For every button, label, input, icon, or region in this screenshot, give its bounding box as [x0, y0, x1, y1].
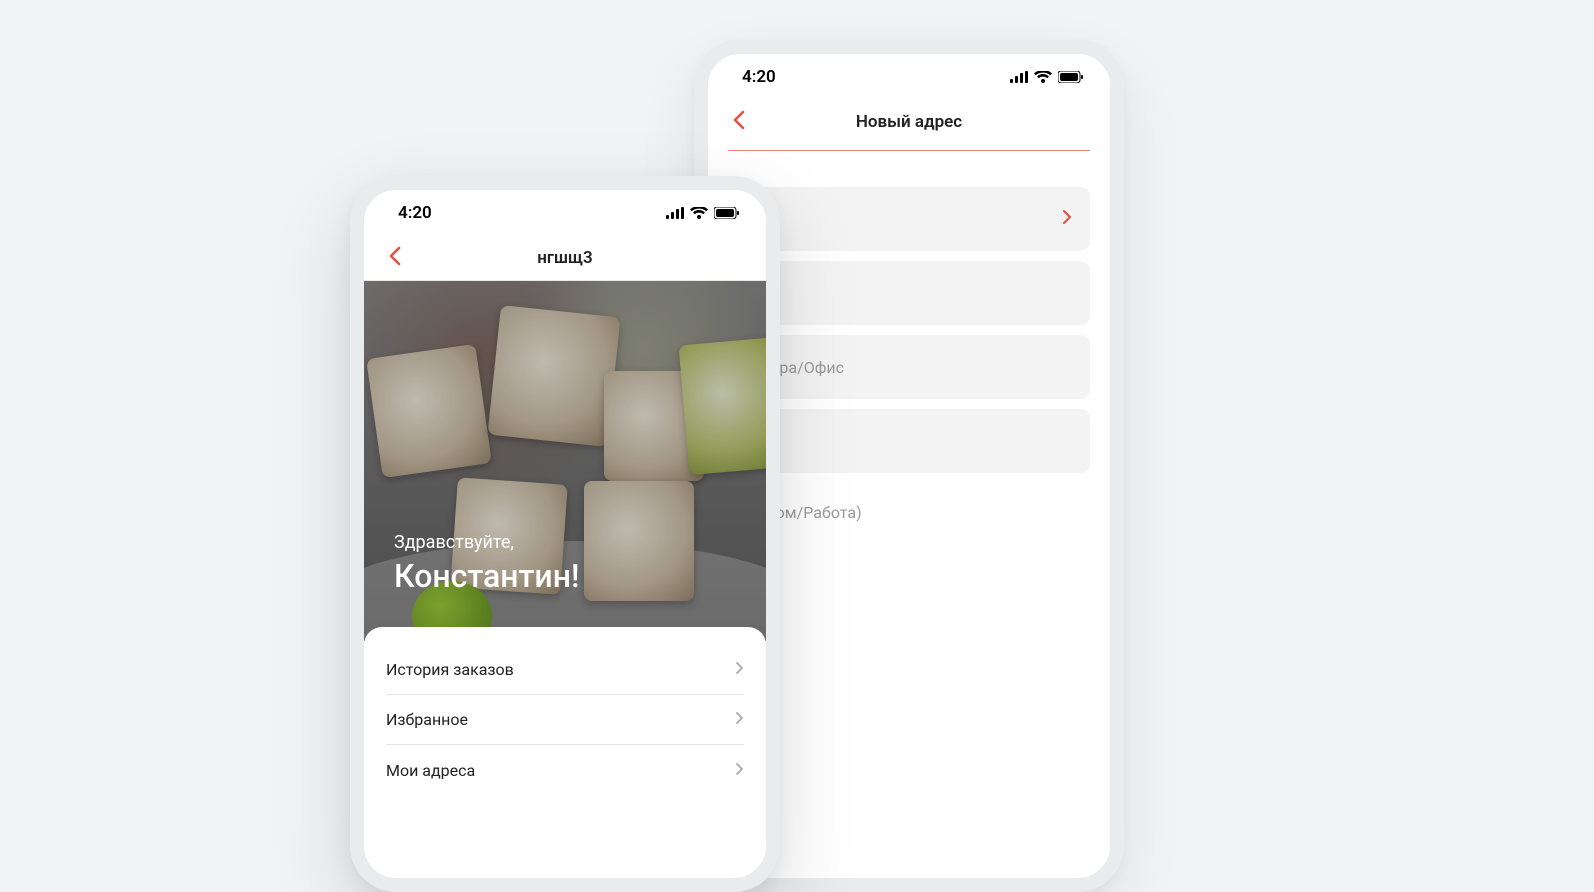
profile-menu: История заказов Избранное Мои адреса: [364, 627, 766, 795]
signal-icon: [666, 207, 684, 219]
status-bar: 4:20: [364, 190, 766, 236]
nav-title: нгшщ3: [384, 248, 746, 268]
nav-bar: Новый адрес: [708, 100, 1110, 144]
battery-icon: [714, 207, 740, 219]
phone-profile: 4:20 нгшщ3 Здравствуйте, Константин!: [350, 176, 780, 892]
chevron-right-icon: [1062, 209, 1072, 229]
chevron-right-icon: [735, 710, 744, 729]
nav-bar: нгшщ3: [364, 236, 766, 280]
status-icons: [1010, 71, 1084, 83]
food-decor: [604, 371, 704, 481]
back-button[interactable]: [388, 246, 402, 270]
wifi-icon: [690, 207, 708, 219]
menu-item-order-history[interactable]: История заказов: [386, 645, 744, 695]
food-decor: [679, 337, 766, 475]
menu-item-label: Избранное: [386, 710, 468, 729]
wifi-icon: [1034, 71, 1052, 83]
status-time: 4:20: [398, 203, 432, 223]
status-icons: [666, 207, 740, 219]
greeting-text: Здравствуйте,: [394, 532, 579, 553]
status-time: 4:20: [742, 67, 776, 87]
menu-item-label: История заказов: [386, 660, 514, 679]
menu-item-label: Мои адреса: [386, 761, 475, 780]
menu-list: История заказов Избранное Мои адреса: [386, 645, 744, 795]
nav-title: Новый адрес: [728, 112, 1090, 132]
nav-underline: [728, 150, 1090, 151]
chevron-right-icon: [735, 660, 744, 679]
status-bar: 4:20: [708, 54, 1110, 100]
food-decor: [488, 305, 621, 447]
chevron-right-icon: [735, 761, 744, 780]
menu-item-favorites[interactable]: Избранное: [386, 695, 744, 745]
food-decor: [584, 481, 694, 601]
menu-item-my-addresses[interactable]: Мои адреса: [386, 745, 744, 795]
battery-icon: [1058, 71, 1084, 83]
user-name: Константин!: [394, 557, 579, 595]
chevron-left-icon: [732, 110, 746, 130]
back-button[interactable]: [732, 110, 746, 134]
food-decor: [366, 344, 492, 478]
hero-banner: Здравствуйте, Константин!: [364, 281, 766, 641]
chevron-left-icon: [388, 246, 402, 266]
signal-icon: [1010, 71, 1028, 83]
hero-text: Здравствуйте, Константин!: [394, 532, 579, 595]
